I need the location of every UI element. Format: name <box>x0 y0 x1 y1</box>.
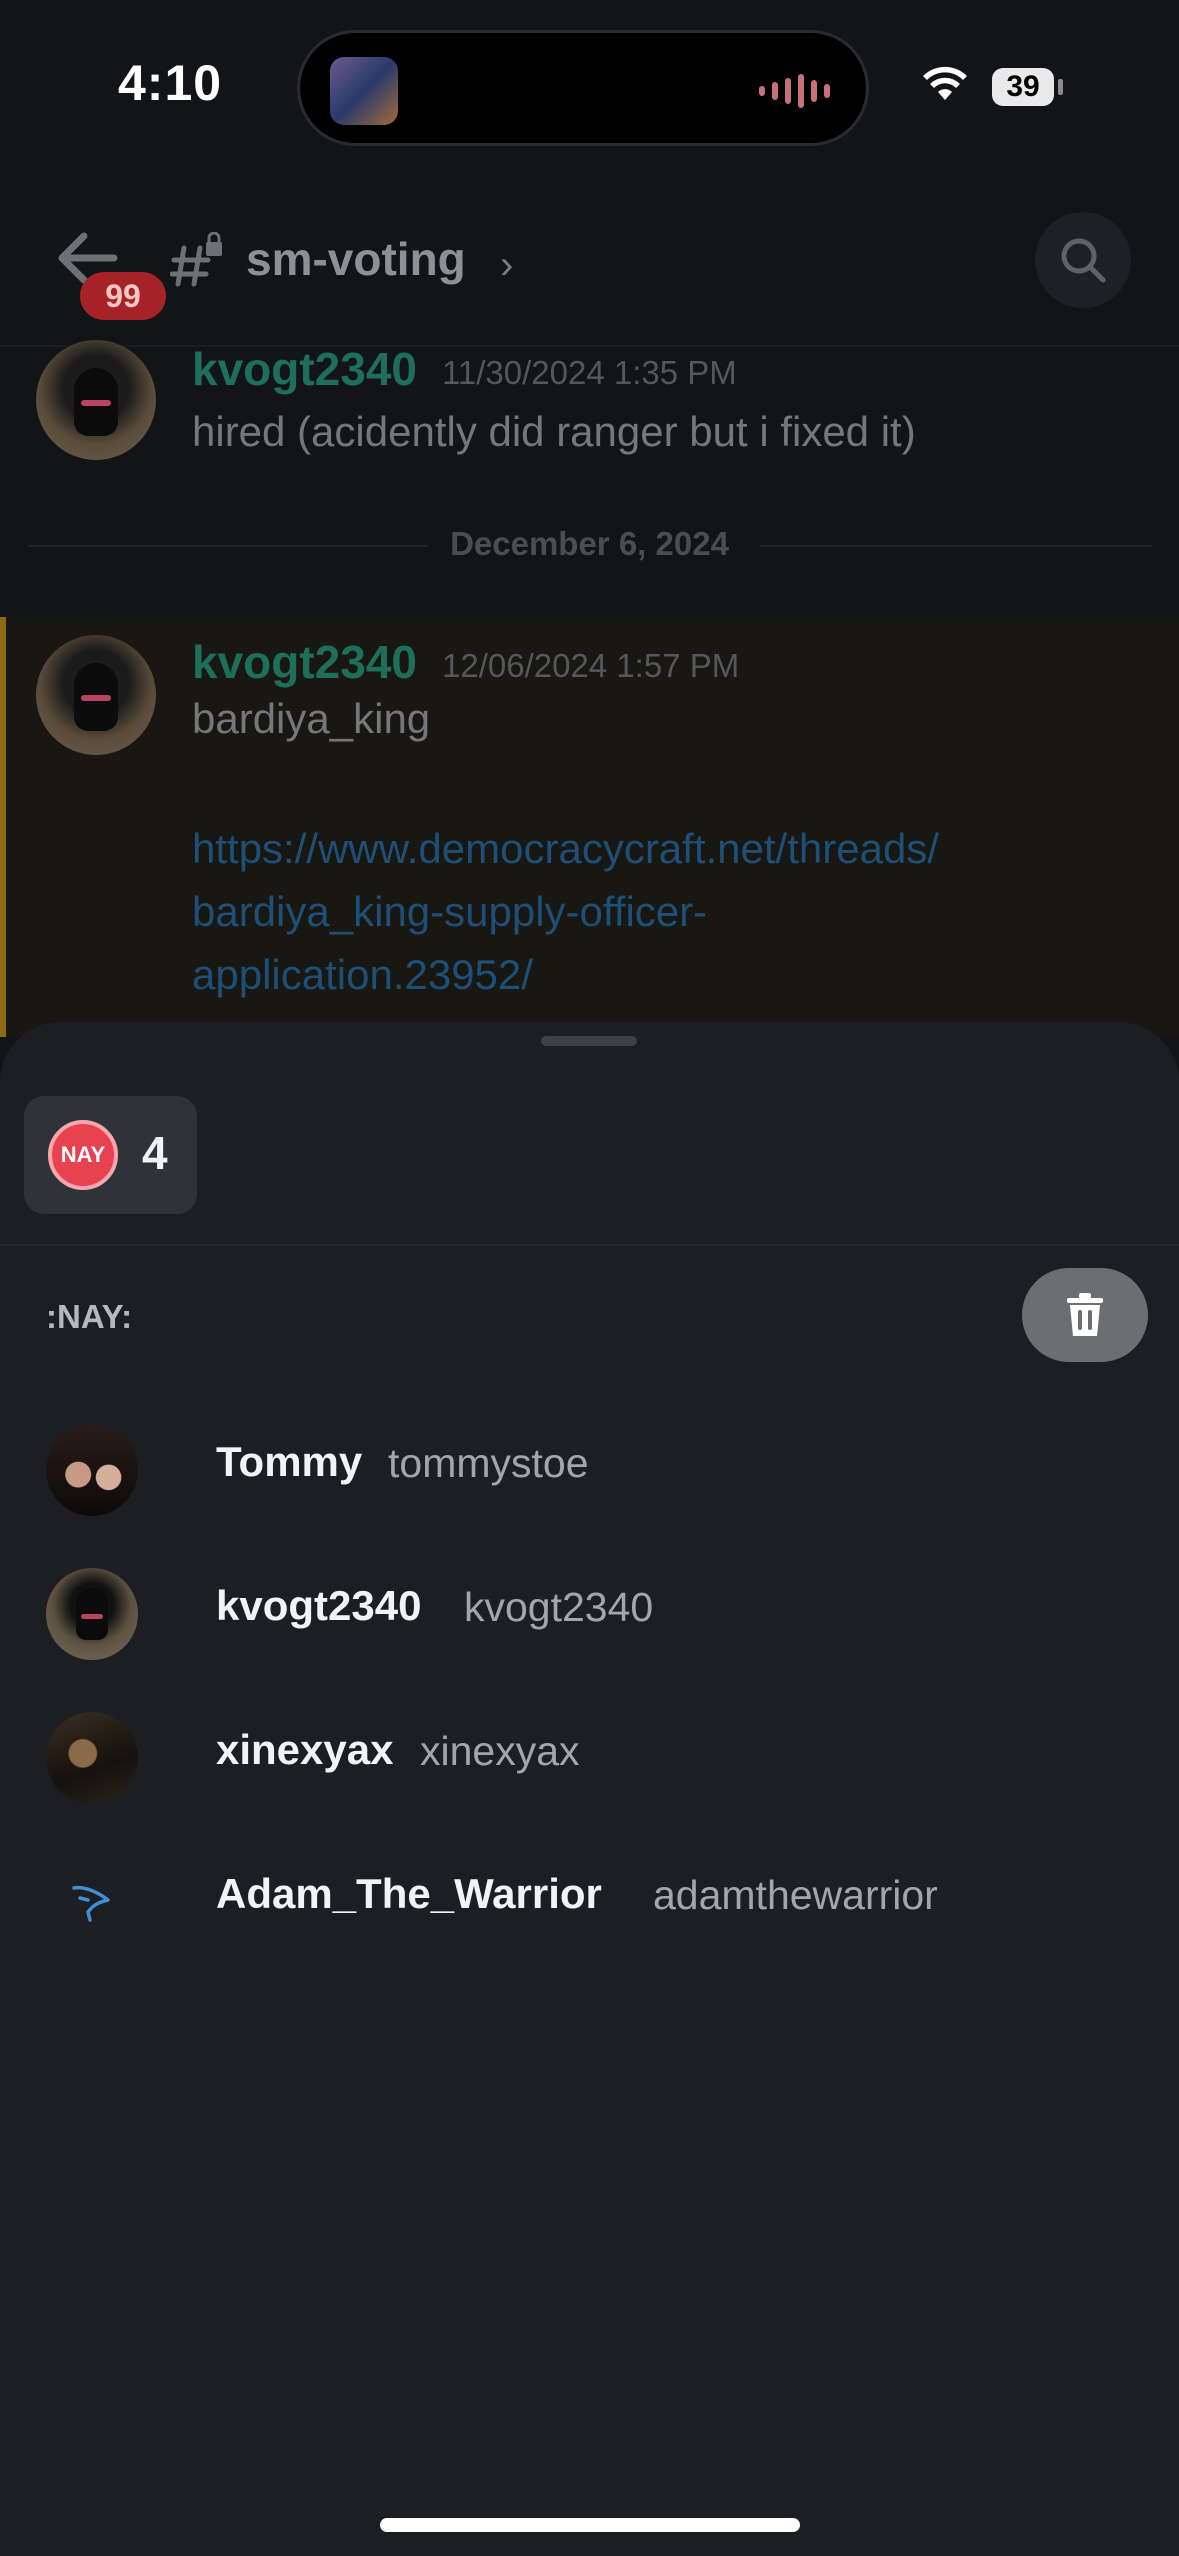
sheet-drag-handle[interactable] <box>541 1036 637 1046</box>
wifi-icon <box>923 66 967 100</box>
search-icon <box>1061 238 1106 283</box>
message-link-line[interactable]: application.23952/ <box>192 943 939 1006</box>
reaction-name-label: :NAY: <box>46 1298 133 1335</box>
message-timestamp: 12/06/2024 1:57 PM <box>442 647 740 684</box>
reaction-user-row[interactable]: Tommy tommystoe <box>0 1410 1179 1530</box>
user-handle: adamthewarrior <box>653 1872 938 1918</box>
user-handle: kvogt2340 <box>464 1584 654 1630</box>
nay-emoji-icon: NAY <box>48 1120 118 1190</box>
search-button[interactable] <box>1035 212 1131 308</box>
user-display-name: Tommy <box>216 1438 363 1485</box>
reactions-sheet: NAY 4 :NAY: Tommy tommystoe kvogt2340 kv… <box>0 1022 1179 2556</box>
date-divider-label: December 6, 2024 <box>450 525 729 562</box>
avatar[interactable] <box>36 635 156 755</box>
user-handle: xinexyax <box>420 1728 580 1774</box>
reaction-user-row[interactable]: xinexyax xinexyax <box>0 1698 1179 1818</box>
message-text: hired (acidently did ranger but i fixed … <box>192 408 916 455</box>
trash-icon <box>1067 1293 1103 1336</box>
message-link[interactable]: https://www.democracycraft.net/threads/ … <box>192 817 939 1006</box>
message-item[interactable]: kvogt2340 11/30/2024 1:35 PM hired (acid… <box>0 340 1179 480</box>
user-display-name: xinexyax <box>216 1726 394 1773</box>
reaction-count: 4 <box>142 1127 168 1179</box>
avatar <box>46 1568 138 1660</box>
channel-title[interactable]: sm-voting <box>246 232 466 286</box>
avatar <box>46 1424 138 1516</box>
discord-default-avatar-icon <box>72 1885 110 1922</box>
dynamic-island[interactable] <box>297 30 869 146</box>
avatar[interactable] <box>36 340 156 460</box>
message-timestamp: 11/30/2024 1:35 PM <box>442 354 737 391</box>
locked-channel-icon <box>170 232 222 287</box>
status-time: 4:10 <box>118 55 223 111</box>
avatar <box>46 1856 138 1948</box>
audio-wave-icon <box>759 71 830 111</box>
mention-count-badge: 99 <box>80 272 166 320</box>
date-divider: December 6, 2024 <box>0 525 1179 565</box>
battery-tip <box>1058 79 1063 95</box>
message-link-line[interactable]: https://www.democracycraft.net/threads/ <box>192 817 939 880</box>
message-item[interactable]: kvogt2340 12/06/2024 1:57 PM bardiya_kin… <box>0 635 1179 1015</box>
remove-reaction-button[interactable] <box>1022 1268 1148 1362</box>
status-bar: 4:10 39 <box>0 0 1179 180</box>
battery-indicator: 39 <box>992 68 1054 106</box>
reaction-user-row[interactable]: kvogt2340 kvogt2340 <box>0 1554 1179 1674</box>
chevron-right-icon[interactable]: › <box>500 243 513 288</box>
avatar <box>46 1712 138 1804</box>
message-text: bardiya_king <box>192 695 431 742</box>
user-display-name: Adam_The_Warrior <box>216 1870 602 1917</box>
reaction-tab-nay[interactable]: NAY 4 <box>24 1096 197 1214</box>
user-handle: tommystoe <box>388 1440 589 1486</box>
home-indicator[interactable] <box>380 2518 800 2532</box>
user-display-name: kvogt2340 <box>216 1582 422 1629</box>
message-author[interactable]: kvogt2340 <box>192 635 417 689</box>
message-link-line[interactable]: bardiya_king-supply-officer- <box>192 880 939 943</box>
now-playing-thumbnail <box>330 57 398 125</box>
sheet-divider <box>0 1244 1179 1246</box>
reaction-user-row[interactable]: Adam_The_Warrior adamthewarrior <box>0 1842 1179 1962</box>
message-author[interactable]: kvogt2340 <box>192 342 417 396</box>
